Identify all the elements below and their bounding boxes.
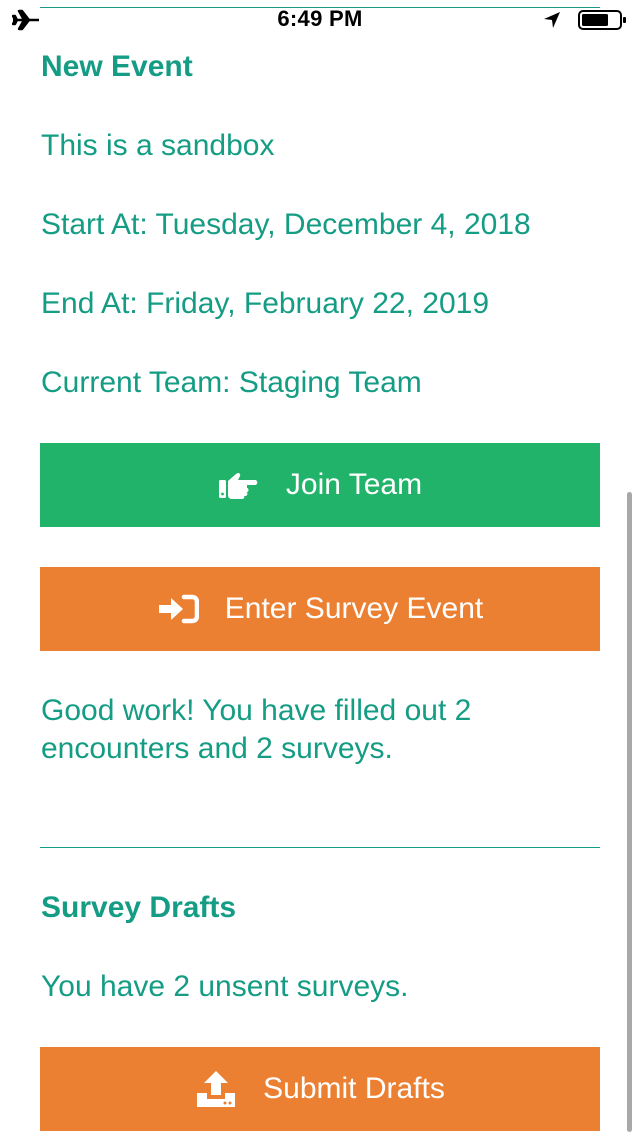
unsent-surveys-message: You have 2 unsent surveys.	[41, 970, 409, 1003]
join-team-label: Join Team	[285, 468, 423, 501]
enter-survey-event-button[interactable]: Enter Survey Event	[40, 567, 600, 651]
join-team-button[interactable]: Join Team	[40, 443, 600, 527]
section-divider	[40, 847, 600, 848]
enter-survey-event-label: Enter Survey Event	[224, 592, 484, 625]
scroll-indicator[interactable]	[627, 492, 632, 1132]
location-arrow-icon	[544, 12, 560, 28]
event-description: This is a sandbox	[41, 129, 275, 162]
survey-drafts-title: Survey Drafts	[41, 891, 237, 924]
hand-pointing-right-icon	[218, 472, 258, 499]
progress-message-line2: encounters and 2 surveys.	[41, 732, 393, 765]
upload-icon	[197, 1071, 236, 1107]
submit-drafts-button[interactable]: Submit Drafts	[40, 1047, 600, 1131]
current-team: Current Team: Staging Team	[41, 366, 422, 399]
submit-drafts-label: Submit Drafts	[263, 1072, 445, 1105]
battery-icon	[578, 10, 626, 30]
progress-message-line1: Good work! You have filled out 2	[41, 694, 472, 727]
status-bar: 6:49 PM	[0, 0, 640, 40]
event-title: New Event	[41, 50, 193, 83]
event-start-date: Start At: Tuesday, December 4, 2018	[41, 208, 531, 241]
sign-in-icon	[158, 594, 199, 624]
event-end-date: End At: Friday, February 22, 2019	[41, 287, 490, 320]
